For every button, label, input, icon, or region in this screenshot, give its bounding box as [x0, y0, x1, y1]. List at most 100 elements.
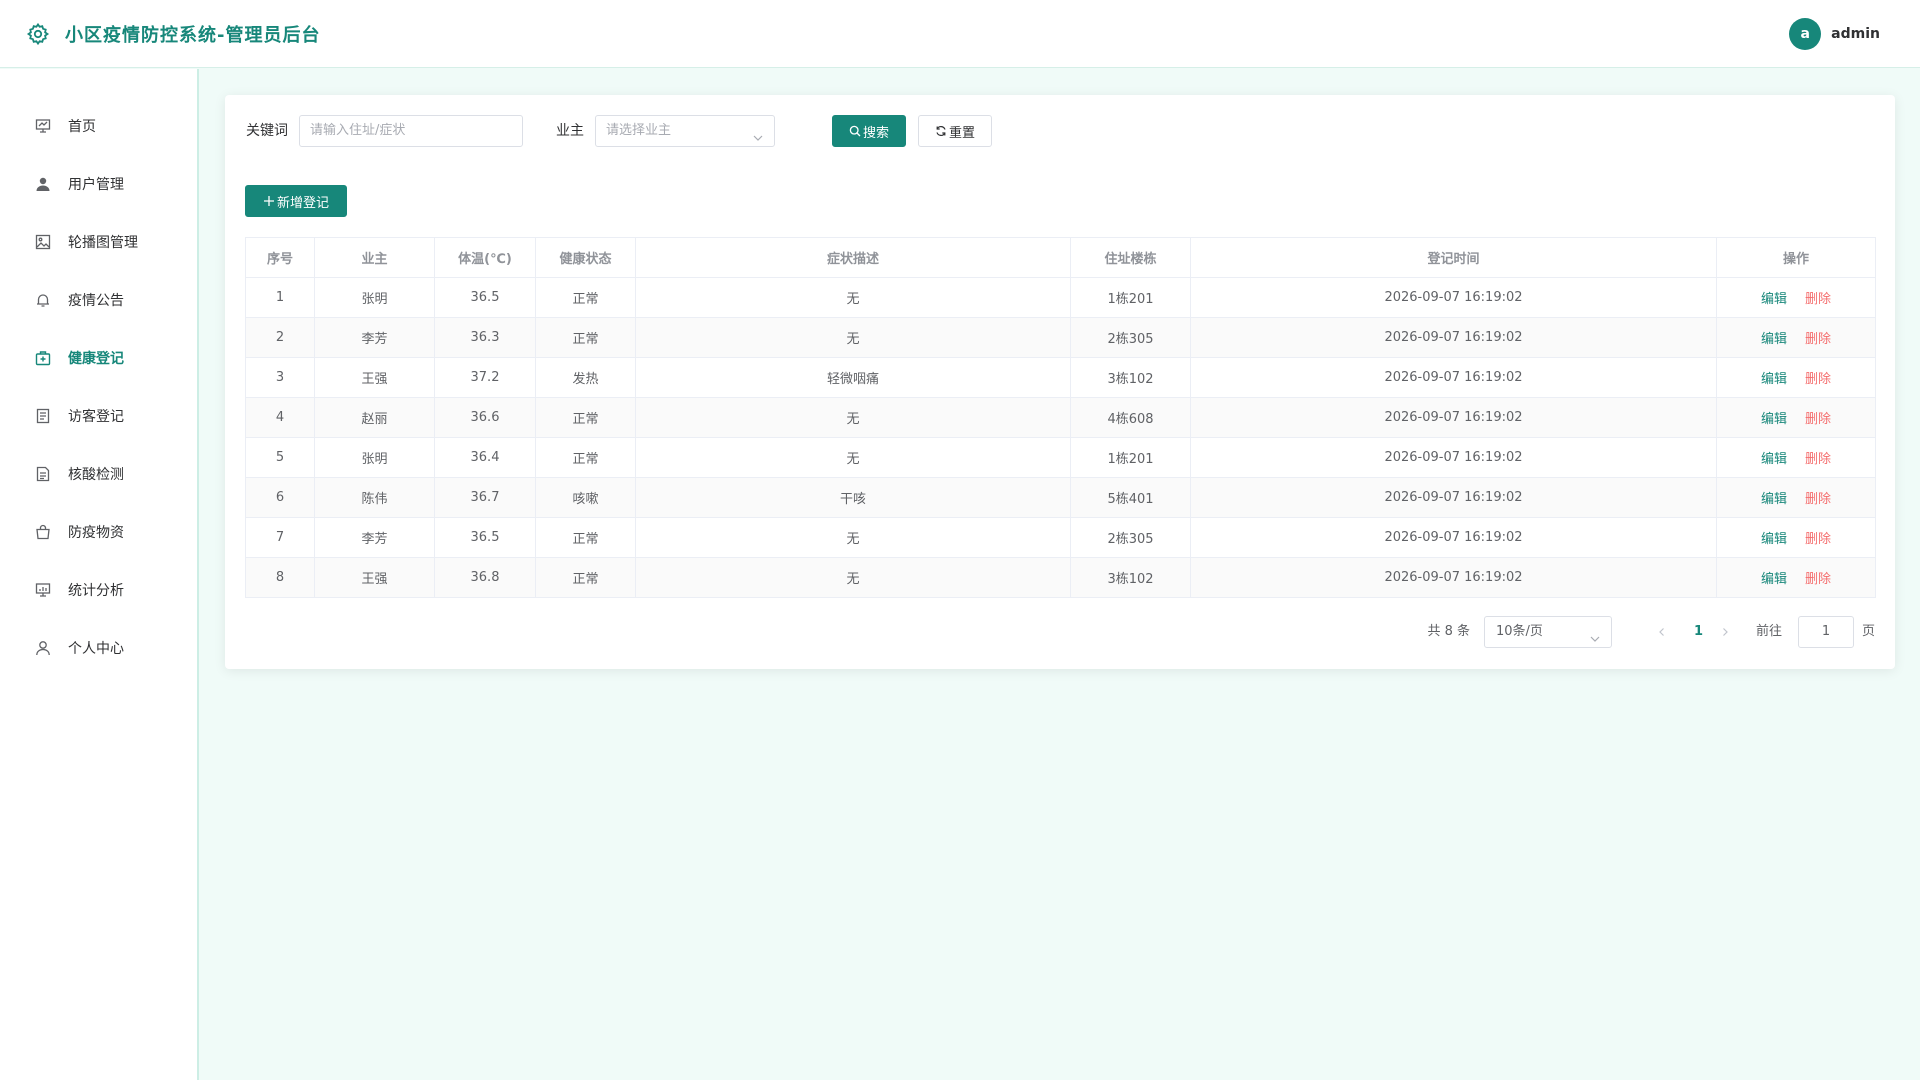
edit-link[interactable]: 编辑 [1761, 452, 1787, 467]
cell-symptoms: 无 [635, 517, 1071, 558]
sidebar: 首页 用户管理 轮播图管理 疫情公告 健康登记 访客登记 核酸检测 防疫物资 统… [0, 69, 199, 1080]
cell-time: 2026-09-07 16:19:02 [1190, 517, 1717, 558]
cell-temperature: 36.5 [434, 277, 536, 318]
cell-actions: 编辑 删除 [1716, 437, 1876, 478]
search-form: 关键词 请输入住址/症状 业主 请选择业主 搜索 重置 [246, 115, 1046, 147]
search-icon [849, 125, 861, 137]
cell-health-status: 正常 [535, 517, 636, 558]
cell-time: 2026-09-07 16:19:02 [1190, 397, 1717, 438]
sidebar-item-statistics[interactable]: 统计分析 [0, 561, 197, 619]
sidebar-item-users[interactable]: 用户管理 [0, 155, 197, 213]
edit-link[interactable]: 编辑 [1761, 412, 1787, 427]
delete-link[interactable]: 删除 [1805, 372, 1831, 387]
sidebar-item-label: 统计分析 [68, 583, 124, 599]
user-menu[interactable]: a admin [1789, 18, 1880, 50]
sidebar-item-nucleic-test[interactable]: 核酸检测 [0, 445, 197, 503]
cell-health-status: 正常 [535, 437, 636, 478]
sidebar-item-label: 个人中心 [68, 641, 124, 657]
sidebar-item-home[interactable]: 首页 [0, 97, 197, 155]
sidebar-item-label: 访客登记 [68, 409, 124, 425]
delete-link[interactable]: 删除 [1805, 292, 1831, 307]
delete-link[interactable]: 删除 [1805, 412, 1831, 427]
refresh-icon [935, 125, 947, 137]
delete-link[interactable]: 删除 [1805, 332, 1831, 347]
username[interactable]: admin [1831, 26, 1880, 42]
pagination: 共 8 条 10条/页 1 前往 1 页 [1275, 616, 1875, 648]
cell-temperature: 36.5 [434, 517, 536, 558]
page-number-current[interactable]: 1 [1694, 616, 1703, 648]
cell-owner: 张明 [314, 437, 435, 478]
delete-link[interactable]: 删除 [1805, 492, 1831, 507]
sidebar-item-label: 首页 [68, 119, 96, 135]
sidebar-item-label: 轮播图管理 [68, 235, 138, 251]
cell-address: 1栋201 [1070, 437, 1191, 478]
cell-actions: 编辑 删除 [1716, 357, 1876, 398]
cell-index: 2 [245, 317, 315, 358]
edit-link[interactable]: 编辑 [1761, 492, 1787, 507]
goto-label: 前往 [1755, 624, 1782, 639]
cell-symptoms: 轻微咽痛 [635, 357, 1071, 398]
table-row: 2 李芳 36.3 正常 无 2栋305 2026-09-07 16:19:02… [245, 317, 1876, 358]
cell-address: 2栋305 [1070, 317, 1191, 358]
cell-owner: 王强 [314, 557, 435, 598]
gear-icon [24, 20, 52, 48]
sidebar-item-health-registration[interactable]: 健康登记 [0, 329, 197, 387]
column-header: 业主 [314, 237, 435, 278]
cell-temperature: 36.7 [434, 477, 536, 518]
prev-page-button[interactable] [1654, 624, 1670, 640]
owner-select-placeholder: 请选择业主 [606, 123, 672, 138]
column-header: 住址楼栋 [1070, 237, 1191, 278]
cell-time: 2026-09-07 16:19:02 [1190, 317, 1717, 358]
user-outline-icon [34, 639, 52, 657]
plus-icon [263, 195, 275, 207]
bag-icon [34, 523, 52, 541]
edit-link[interactable]: 编辑 [1761, 532, 1787, 547]
table-row: 7 李芳 36.5 正常 无 2栋305 2026-09-07 16:19:02… [245, 517, 1876, 558]
search-button[interactable]: 搜索 [832, 115, 906, 147]
cell-actions: 编辑 删除 [1716, 477, 1876, 518]
next-page-button[interactable] [1717, 624, 1733, 640]
edit-link[interactable]: 编辑 [1761, 372, 1787, 387]
pagination-total: 共 8 条 [1427, 624, 1470, 639]
add-registration-button[interactable]: 新增登记 [245, 185, 347, 217]
sidebar-item-announcements[interactable]: 疫情公告 [0, 271, 197, 329]
cell-symptoms: 无 [635, 317, 1071, 358]
cell-time: 2026-09-07 16:19:02 [1190, 557, 1717, 598]
edit-link[interactable]: 编辑 [1761, 292, 1787, 307]
page-size-select[interactable]: 10条/页 [1484, 616, 1612, 648]
sidebar-item-label: 用户管理 [68, 177, 124, 193]
sidebar-item-supplies[interactable]: 防疫物资 [0, 503, 197, 561]
cell-address: 5栋401 [1070, 477, 1191, 518]
cell-address: 1栋201 [1070, 277, 1191, 318]
reset-button[interactable]: 重置 [918, 115, 992, 147]
delete-link[interactable]: 删除 [1805, 572, 1831, 587]
chevron-down-icon [752, 126, 764, 156]
keyword-input[interactable]: 请输入住址/症状 [299, 115, 523, 147]
edit-link[interactable]: 编辑 [1761, 572, 1787, 587]
chevron-left-icon [1659, 628, 1664, 636]
column-header: 体温(℃) [434, 237, 536, 278]
cell-actions: 编辑 删除 [1716, 397, 1876, 438]
cell-temperature: 36.6 [434, 397, 536, 438]
avatar[interactable]: a [1789, 18, 1822, 50]
cell-health-status: 正常 [535, 397, 636, 438]
cell-symptoms: 无 [635, 397, 1071, 438]
edit-link[interactable]: 编辑 [1761, 332, 1787, 347]
first-aid-kit-icon [34, 349, 52, 367]
cell-owner: 李芳 [314, 517, 435, 558]
cell-owner: 张明 [314, 277, 435, 318]
sidebar-item-carousel[interactable]: 轮播图管理 [0, 213, 197, 271]
sidebar-item-visitor-registration[interactable]: 访客登记 [0, 387, 197, 445]
cell-actions: 编辑 删除 [1716, 557, 1876, 598]
reset-button-label: 重置 [948, 125, 975, 141]
search-button-label: 搜索 [862, 125, 889, 141]
cell-symptoms: 无 [635, 437, 1071, 478]
owner-select[interactable]: 请选择业主 [595, 115, 775, 147]
delete-link[interactable]: 删除 [1805, 452, 1831, 467]
cell-time: 2026-09-07 16:19:02 [1190, 437, 1717, 478]
goto-page-input[interactable]: 1 [1798, 616, 1854, 648]
delete-link[interactable]: 删除 [1805, 532, 1831, 547]
sidebar-item-profile[interactable]: 个人中心 [0, 619, 197, 677]
cell-time: 2026-09-07 16:19:02 [1190, 477, 1717, 518]
column-header: 健康状态 [535, 237, 636, 278]
